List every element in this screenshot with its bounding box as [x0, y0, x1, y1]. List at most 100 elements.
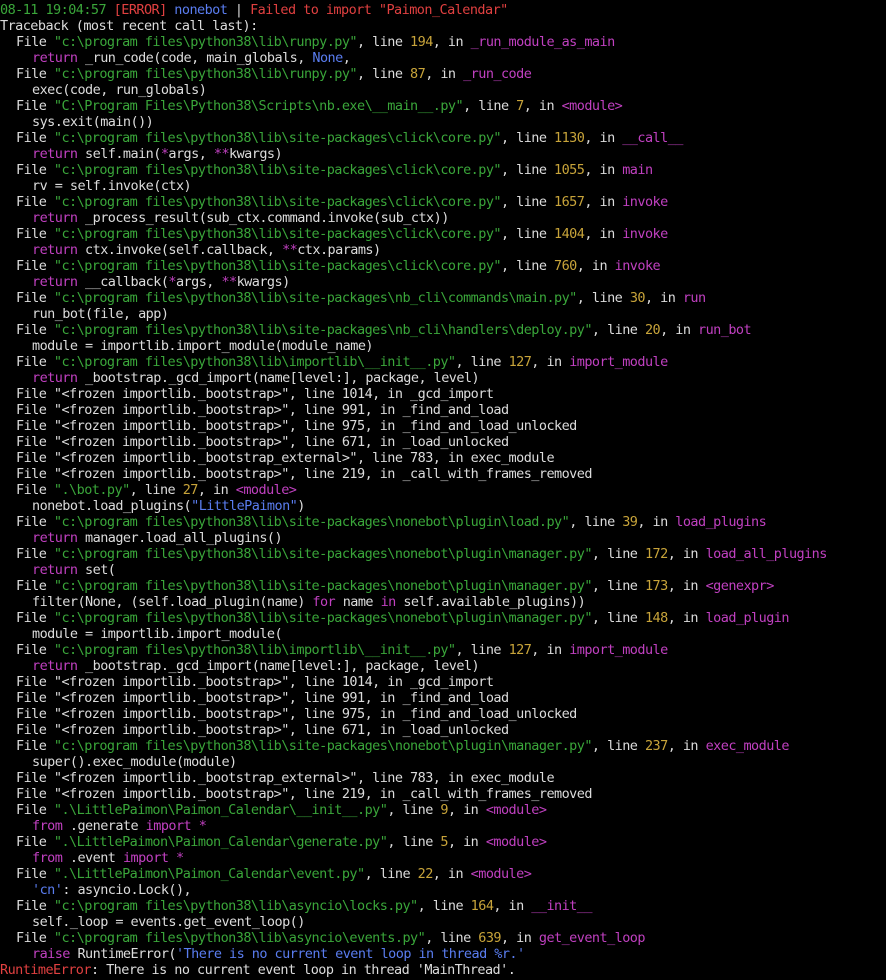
traceback-code-line: filter(None, (self.load_plugin(name) for…	[0, 594, 886, 610]
traceback-file-line: File "c:\program files\python38\lib\asyn…	[0, 930, 886, 946]
frozen-frame-text: File "<frozen importlib._bootstrap>", li…	[16, 706, 577, 722]
file-label: File	[16, 194, 54, 210]
frozen-frame-text: File "<frozen importlib._bootstrap>", li…	[16, 418, 577, 434]
code-token: module = importlib.import_module(module_…	[32, 338, 374, 354]
line-number: 237	[644, 738, 668, 754]
frozen-frame-text: File "<frozen importlib._bootstrap>", li…	[16, 690, 509, 706]
code-token: kwargs)	[236, 274, 291, 290]
file-label: File	[16, 642, 54, 658]
line-number: 164	[470, 898, 494, 914]
line-label: , line	[591, 546, 645, 562]
traceback-file-line: File "c:\program files\python38\lib\site…	[0, 130, 886, 146]
in-label: , in	[644, 290, 683, 306]
line-number: 39	[622, 514, 638, 530]
function-name: <module>	[485, 802, 547, 818]
file-label: File	[16, 130, 54, 146]
code-token: raise	[32, 946, 78, 962]
in-label: , in	[531, 642, 570, 658]
function-name: get_event_loop	[538, 930, 646, 946]
file-path: "c:\program files\python38\lib\site-pack…	[53, 322, 593, 338]
in-label: , in	[667, 546, 706, 562]
line-number: 1130	[554, 130, 585, 146]
traceback-code-line: super().exec_module(module)	[0, 754, 886, 770]
frozen-frame-line: File "<frozen importlib._bootstrap_exter…	[0, 450, 886, 466]
frozen-frame-text: File "<frozen importlib._bootstrap>", li…	[16, 786, 592, 802]
traceback-body: File "c:\program files\python38\lib\runp…	[0, 34, 886, 962]
file-label: File	[16, 226, 54, 242]
frozen-frame-line: File "<frozen importlib._bootstrap>", li…	[0, 402, 886, 418]
traceback-file-line: File "c:\program files\python38\lib\asyn…	[0, 898, 886, 914]
function-name: invoke	[622, 194, 668, 210]
code-token: return	[32, 50, 86, 66]
code-token: "LittlePaimon"	[191, 498, 298, 514]
file-path: ".\LittlePaimon\Paimon_Calendar\generate…	[53, 834, 388, 850]
line-number: 1657	[554, 194, 585, 210]
frozen-frame-line: File "<frozen importlib._bootstrap>", li…	[0, 690, 886, 706]
in-label: , in	[584, 226, 623, 242]
line-label: , line	[425, 930, 479, 946]
in-label: , in	[667, 610, 706, 626]
function-name: __init__	[531, 898, 592, 914]
traceback-code-line: from .event import *	[0, 850, 886, 866]
file-path: "c:\program files\python38\lib\importlib…	[53, 354, 456, 370]
in-label: , in	[667, 578, 706, 594]
code-token: import	[145, 818, 199, 834]
code-token: name	[342, 594, 381, 610]
file-label: File	[16, 866, 54, 882]
traceback-file-line: File "c:\program files\python38\lib\site…	[0, 322, 886, 338]
file-path: "c:\program files\python38\lib\site-pack…	[53, 130, 502, 146]
line-label: , line	[357, 66, 411, 82]
file-path: "c:\program files\python38\lib\site-pack…	[53, 738, 593, 754]
code-token: args,	[175, 274, 222, 290]
function-name: <module>	[470, 866, 532, 882]
function-name: <module>	[485, 834, 547, 850]
in-label: , in	[531, 354, 570, 370]
code-token: return	[32, 562, 86, 578]
line-label: , line	[591, 578, 645, 594]
function-name: exec_module	[705, 738, 790, 754]
traceback-file-line: File "c:\program files\python38\lib\site…	[0, 162, 886, 178]
frozen-frame-text: File "<frozen importlib._bootstrap>", li…	[16, 466, 592, 482]
file-path: "c:\program files\python38\lib\runpy.py"	[53, 34, 358, 50]
traceback-code-line: from .generate import *	[0, 818, 886, 834]
error-type: RuntimeError	[0, 962, 91, 978]
traceback-code-line: return _bootstrap._gcd_import(name[level…	[0, 658, 886, 674]
traceback-file-line: File "c:\program files\python38\lib\site…	[0, 514, 886, 530]
line-label: , line	[387, 802, 441, 818]
code-token: nonebot.load_plugins(	[32, 498, 192, 514]
line-number: 20	[644, 322, 661, 338]
code-token: ,	[342, 50, 351, 66]
traceback-code-line: return __callback(*args, **kwargs)	[0, 274, 886, 290]
code-token: super().exec_module(module)	[32, 754, 237, 770]
code-token: __callback(	[85, 274, 169, 290]
in-label: , in	[584, 130, 623, 146]
line-label: , line	[500, 258, 555, 274]
file-path: "c:\program files\python38\lib\site-pack…	[53, 610, 593, 626]
in-label: , in	[425, 66, 464, 82]
line-number: 173	[644, 578, 668, 594]
code-token: from	[32, 850, 70, 866]
code-token: 'There is no current event loop in threa…	[175, 946, 525, 962]
code-token: run_bot(file, app)	[32, 306, 169, 322]
line-label: , line	[417, 898, 471, 914]
code-token: self._loop = events.get_event_loop()	[32, 914, 305, 930]
log-message: Failed to import "Paimon_Calendar"	[250, 2, 508, 18]
code-token: return	[32, 658, 86, 674]
traceback-file-line: File "c:\program files\python38\lib\site…	[0, 194, 886, 210]
function-name: invoke	[614, 258, 661, 274]
line-number: 639	[478, 930, 501, 946]
code-token: return	[32, 274, 86, 290]
frozen-frame-line: File "<frozen importlib._bootstrap_exter…	[0, 770, 886, 786]
traceback-file-line: File ".\LittlePaimon\Paimon_Calendar\eve…	[0, 866, 886, 882]
line-label: , line	[500, 162, 555, 178]
traceback-code-line: return ctx.invoke(self.callback, **ctx.p…	[0, 242, 886, 258]
function-name: load_all_plugins	[705, 546, 828, 562]
traceback-code-line: return _run_code(code, main_globals, Non…	[0, 50, 886, 66]
frozen-frame-line: File "<frozen importlib._bootstrap>", li…	[0, 386, 886, 402]
file-label: File	[16, 546, 54, 562]
code-token: in	[380, 594, 404, 610]
file-label: File	[16, 578, 54, 594]
code-token: generate	[77, 818, 146, 834]
traceback-file-line: File ".\bot.py", line 27, in <module>	[0, 482, 886, 498]
traceback-code-line: return self.main(*args, **kwargs)	[0, 146, 886, 162]
